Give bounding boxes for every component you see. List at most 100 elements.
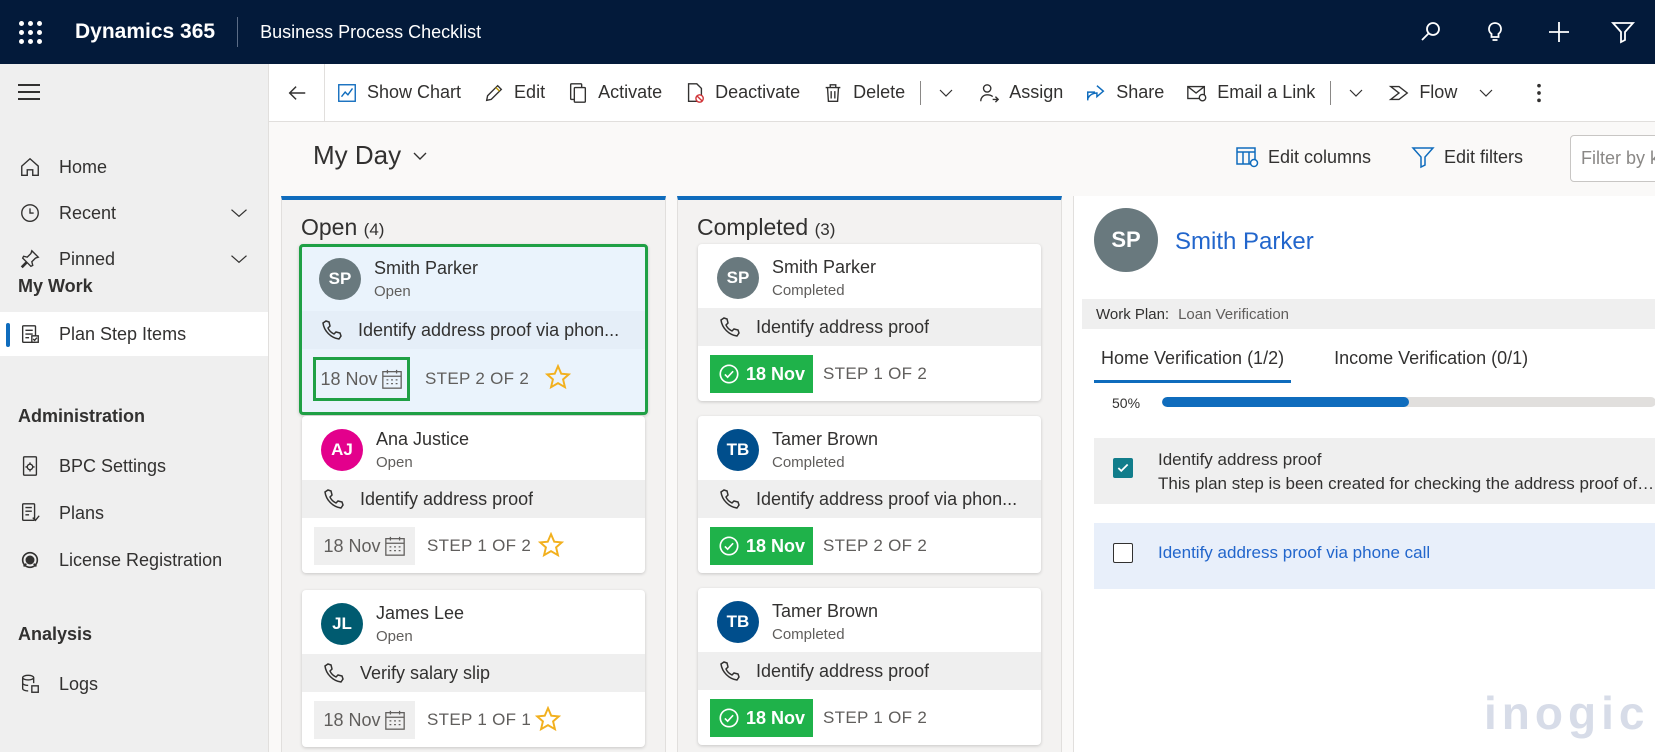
work-plan-bar: Work Plan: Loan Verification xyxy=(1082,299,1655,329)
nav-item-plan-step-items[interactable]: Plan Step Items xyxy=(0,312,268,356)
plan-step-card[interactable]: JL James Lee Open Verify salary slip 18 … xyxy=(302,590,645,747)
card-status: Completed xyxy=(772,626,845,643)
activate-button[interactable]: Activate xyxy=(556,64,673,122)
more-email-options-button[interactable] xyxy=(1335,64,1377,122)
card-status: Open xyxy=(376,454,413,471)
due-date-field[interactable]: 18 Nov xyxy=(314,527,415,565)
plan-step-card[interactable]: SP Smith Parker Completed Identify addre… xyxy=(698,244,1041,401)
card-task[interactable]: Identify address proof xyxy=(698,308,1041,346)
top-bar: Dynamics 365 Business Process Checklist xyxy=(0,0,1655,64)
more-commands-button[interactable] xyxy=(1506,64,1562,122)
divider xyxy=(920,80,922,105)
plan-step-card[interactable]: AJ Ana Justice Open Identify address pro… xyxy=(302,416,645,573)
checklist-step: Identify address proof via phone call xyxy=(1094,523,1655,589)
inogic-watermark: inogic xyxy=(1484,687,1650,739)
chevron-down-icon xyxy=(939,89,953,97)
tab-home-verification[interactable]: Home Verification (1/2) xyxy=(1094,344,1292,383)
card-task[interactable]: Identify address proof xyxy=(302,480,645,518)
pencil-icon xyxy=(485,84,503,101)
app-launcher-button[interactable] xyxy=(0,0,60,64)
stage-tabs: Home Verification (1/2) Income Verificat… xyxy=(1094,344,1571,383)
card-task[interactable]: Verify salary slip xyxy=(302,654,645,692)
step-title-link[interactable]: Identify address proof via phone call xyxy=(1158,543,1430,563)
card-name[interactable]: Smith Parker xyxy=(772,257,876,278)
nav-item-label: Plan Step Items xyxy=(59,323,187,344)
plan-step-card[interactable]: TB Tamer Brown Completed Identify addres… xyxy=(698,588,1041,745)
delete-button[interactable]: Delete xyxy=(811,64,916,122)
edit-filters-button[interactable]: Edit filters xyxy=(1411,145,1523,169)
trash-icon xyxy=(825,83,841,102)
hamburger-icon[interactable] xyxy=(18,84,40,105)
flow-button[interactable]: Flow xyxy=(1377,64,1506,122)
plans-icon xyxy=(21,503,40,522)
plan-step-card[interactable]: SP Smith Parker Open Identify address pr… xyxy=(299,244,648,415)
card-status: Open xyxy=(374,283,411,300)
show-chart-button[interactable]: Show Chart xyxy=(325,64,472,122)
avatar: AJ xyxy=(321,429,363,471)
detail-name-link[interactable]: Smith Parker xyxy=(1175,228,1314,256)
nav-item-home[interactable]: Home xyxy=(0,145,268,189)
step-checkbox[interactable] xyxy=(1113,543,1133,563)
card-name[interactable]: James Lee xyxy=(376,603,464,624)
step-checkbox[interactable] xyxy=(1113,458,1133,478)
nav-item-label: License Registration xyxy=(59,549,223,570)
phone-icon xyxy=(720,661,740,681)
deactivate-button[interactable]: Deactivate xyxy=(673,64,811,122)
column-header: Open (4) xyxy=(301,214,385,240)
back-button[interactable] xyxy=(269,63,325,122)
pin-icon xyxy=(20,249,40,269)
tab-income-verification[interactable]: Income Verification (0/1) xyxy=(1327,344,1535,383)
brand-name[interactable]: Dynamics 365 xyxy=(60,17,239,47)
card-name[interactable]: Smith Parker xyxy=(374,258,478,279)
nav-item-bpc-settings[interactable]: BPC Settings xyxy=(0,444,268,488)
plan-step-card[interactable]: TB Tamer Brown Completed Identify addres… xyxy=(698,416,1041,573)
chevron-down-icon[interactable] xyxy=(228,203,250,223)
calendar-icon xyxy=(384,536,405,556)
card-name[interactable]: Tamer Brown xyxy=(772,601,878,622)
plus-icon xyxy=(1549,22,1569,42)
check-circle-icon xyxy=(719,708,739,728)
card-task[interactable]: Identify address proof via phon... xyxy=(302,311,645,349)
lightbulb-icon xyxy=(1488,22,1502,41)
card-task[interactable]: Identify address proof xyxy=(698,652,1041,690)
lightbulb-button[interactable] xyxy=(1463,0,1527,64)
phone-icon xyxy=(324,663,344,683)
new-record-button[interactable] xyxy=(1527,0,1591,64)
filter-by-keyword-input[interactable]: Filter by k xyxy=(1570,135,1655,182)
card-name[interactable]: Tamer Brown xyxy=(772,429,878,450)
funnel-icon xyxy=(1611,22,1635,44)
search-button[interactable] xyxy=(1399,0,1463,64)
completed-date-badge: 18 Nov xyxy=(710,527,813,565)
star-icon[interactable] xyxy=(545,364,571,390)
nav-group-my-work: My Work xyxy=(18,276,93,296)
nav-item-recent[interactable]: Recent xyxy=(0,191,268,235)
card-task[interactable]: Identify address proof via phon... xyxy=(698,480,1041,518)
edit-columns-button[interactable]: Edit columns xyxy=(1235,145,1371,169)
avatar: TB xyxy=(717,601,759,643)
license-badge-icon xyxy=(21,551,39,569)
nav-item-plans[interactable]: Plans xyxy=(0,491,268,535)
open-column: Open (4) SP Smith Parker Open Identify a… xyxy=(281,196,666,752)
assign-button[interactable]: Assign xyxy=(967,64,1074,122)
more-delete-options-button[interactable] xyxy=(925,64,967,122)
nav-item-license-registration[interactable]: License Registration xyxy=(0,538,268,582)
card-name[interactable]: Ana Justice xyxy=(376,429,469,450)
advanced-filter-button[interactable] xyxy=(1591,0,1655,64)
progress-percent: 50% xyxy=(1112,395,1141,411)
step-indicator: STEP 1 OF 1 xyxy=(427,710,532,729)
app-title[interactable]: Business Process Checklist xyxy=(238,22,481,43)
avatar: JL xyxy=(321,603,363,645)
nav-item-label: Plans xyxy=(59,502,105,523)
share-button[interactable]: Share xyxy=(1074,64,1175,122)
due-date-field[interactable]: 18 Nov xyxy=(313,357,410,401)
star-icon[interactable] xyxy=(538,532,564,558)
nav-item-logs[interactable]: Logs xyxy=(0,662,268,706)
due-date-field[interactable]: 18 Nov xyxy=(314,701,415,739)
chevron-down-icon[interactable] xyxy=(228,249,250,269)
email-link-button[interactable]: Email a Link xyxy=(1175,64,1326,122)
view-selector[interactable]: My Day xyxy=(313,140,429,171)
star-icon[interactable] xyxy=(535,706,561,732)
avatar: SP xyxy=(319,258,361,300)
edit-button[interactable]: Edit xyxy=(472,64,556,122)
nav-item-pinned[interactable]: Pinned xyxy=(0,237,268,281)
